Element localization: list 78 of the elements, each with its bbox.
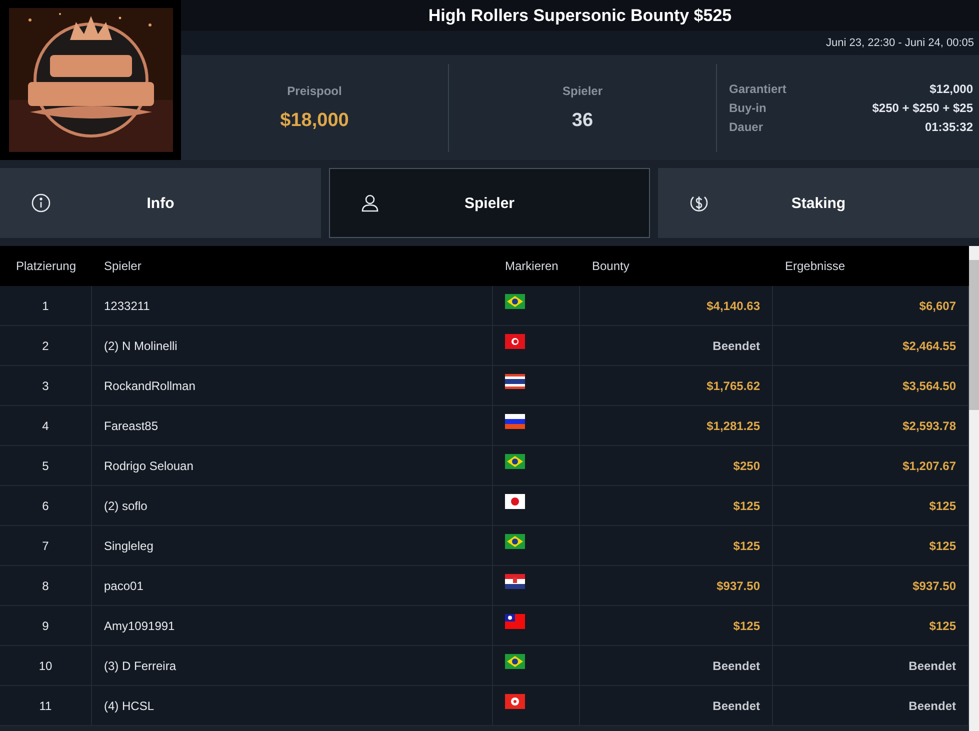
result-value: $3,564.50 [902, 378, 956, 392]
user-icon [360, 193, 380, 213]
result-value: $125 [929, 538, 956, 552]
place-cell: 1 [42, 298, 49, 312]
flag-icon [505, 574, 525, 589]
bounty-value: $125 [733, 498, 760, 512]
place-cell: 9 [42, 618, 49, 632]
flag-icon [505, 334, 525, 349]
place-cell: 11 [39, 698, 52, 712]
column-header[interactable]: Markieren [493, 259, 580, 273]
column-header[interactable]: Ergebnisse [773, 259, 969, 273]
info-icon [31, 193, 51, 213]
detail-label: Buy-in [729, 100, 766, 114]
flag-icon [505, 654, 525, 669]
result-value: $125 [929, 498, 956, 512]
tab[interactable]: Info [0, 168, 321, 238]
player-name: Amy1091991 [104, 618, 175, 632]
place-cell: 8 [42, 578, 49, 592]
bounty-value: $125 [733, 538, 760, 552]
place-cell: 7 [42, 538, 49, 552]
result-value: $937.50 [912, 578, 956, 592]
detail-value: $250 + $250 + $25 [872, 100, 973, 114]
stat-value: $18,000 [280, 110, 349, 132]
bounty-value: $4,140.63 [706, 298, 760, 312]
flag-icon [505, 494, 525, 509]
bounty-value: $1,765.62 [706, 378, 760, 392]
player-name: (4) HCSL [104, 698, 154, 712]
flag-icon [505, 694, 525, 709]
result-value: Beendet [908, 698, 956, 712]
stat-value: 36 [572, 110, 594, 132]
column-header[interactable]: Bounty [580, 259, 773, 273]
bounty-value: Beendet [712, 338, 760, 352]
result-value: $2,593.78 [902, 418, 956, 432]
flag-icon [505, 414, 525, 429]
result-value: $1,207.67 [902, 458, 956, 472]
place-cell: 2 [42, 338, 49, 352]
detail-value: 01:35:32 [924, 120, 973, 134]
flag-icon [505, 454, 525, 469]
stat-label: Preispool [287, 84, 342, 98]
place-cell: 5 [42, 458, 49, 472]
bounty-value: $250 [733, 458, 760, 472]
detail-label: Garantiert [729, 82, 786, 96]
tab[interactable]: Staking [658, 168, 979, 238]
flag-icon [505, 374, 525, 389]
place-cell: 4 [42, 418, 49, 432]
detail-value: $12,000 [930, 82, 973, 96]
bounty-value: $125 [733, 618, 760, 632]
tournament-title: High Rollers Supersonic Bounty $525 [428, 6, 732, 26]
player-name: RockandRollman [104, 378, 196, 392]
date-range: Juni 23, 22:30 - Juni 24, 00:05 [826, 37, 974, 49]
result-value: $6,607 [919, 298, 956, 312]
player-name: (3) D Ferreira [104, 658, 176, 672]
player-name: Singleleg [104, 538, 154, 552]
place-cell: 6 [42, 498, 49, 512]
result-value: $125 [929, 618, 956, 632]
player-name: (2) N Molinelli [104, 338, 178, 352]
stat-label: Spieler [562, 84, 603, 98]
player-name: 1233211 [104, 298, 150, 312]
bounty-value: Beendet [712, 698, 760, 712]
player-name: paco01 [104, 578, 144, 592]
bounty-value: Beendet [712, 658, 760, 672]
place-cell: 3 [42, 378, 49, 392]
result-value: Beendet [908, 658, 956, 672]
player-name: (2) soflo [104, 498, 148, 512]
flag-icon [505, 294, 525, 309]
bounty-value: $1,281.25 [706, 418, 760, 432]
detail-label: Dauer [729, 120, 764, 134]
flag-icon [505, 614, 525, 629]
flag-icon [505, 534, 525, 549]
column-header[interactable]: Spieler [92, 259, 493, 273]
tab[interactable]: Spieler [329, 168, 650, 238]
bounty-value: $937.50 [716, 578, 760, 592]
result-value: $2,464.55 [902, 338, 956, 352]
column-header[interactable]: Platzierung [0, 259, 92, 273]
scrollbar[interactable] [969, 246, 979, 731]
player-name: Fareast85 [104, 418, 158, 432]
place-cell: 10 [38, 658, 52, 672]
player-name: Rodrigo Selouan [104, 458, 194, 472]
